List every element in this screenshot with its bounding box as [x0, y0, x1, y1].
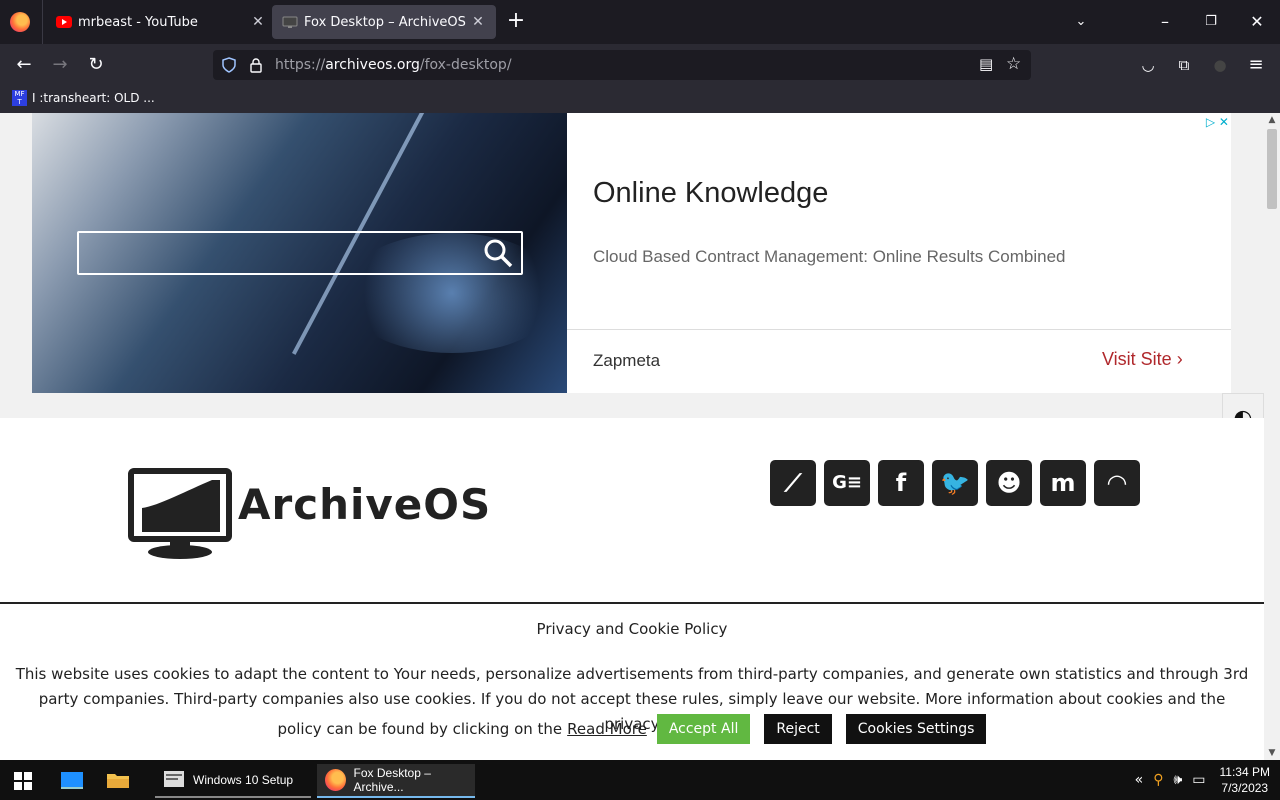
reject-button[interactable]: Reject	[764, 714, 832, 744]
visit-site-button[interactable]: Visit Site ›	[1102, 349, 1183, 370]
rss-icon[interactable]: ◠	[1094, 460, 1140, 506]
clock-time: 11:34 PM	[1219, 765, 1270, 779]
tab-archiveos[interactable]: Fox Desktop – ArchiveOS ✕	[272, 5, 496, 39]
advertisement[interactable]: ▷ ✕ Online Knowledge Cloud Based Contrac…	[32, 113, 1231, 393]
file-explorer-icon[interactable]	[106, 768, 130, 792]
setup-icon	[164, 771, 184, 787]
tab-title: mrbeast - YouTube	[78, 14, 198, 30]
show-hidden-icons-icon[interactable]: «	[1135, 772, 1144, 788]
tab-title: Fox Desktop – ArchiveOS	[304, 14, 466, 30]
ad-brand[interactable]: Zapmeta	[593, 351, 660, 371]
ad-image[interactable]	[32, 113, 567, 393]
reload-button[interactable]: ↻	[83, 52, 109, 78]
reddit-icon[interactable]: ☻	[986, 460, 1032, 506]
account-icon[interactable]: ●	[1207, 52, 1233, 78]
scroll-down-icon[interactable]: ▼	[1264, 746, 1280, 760]
distrowatch-icon[interactable]: ⟋	[770, 460, 816, 506]
page-content: ▷ ✕ Online Knowledge Cloud Based Contrac…	[0, 113, 1264, 760]
archiveos-logo-icon[interactable]	[128, 468, 232, 560]
firefox-menu-icon[interactable]	[10, 12, 30, 32]
search-icon	[484, 239, 513, 268]
network-icon[interactable]: ▭	[1192, 772, 1205, 788]
navigation-toolbar: ← → ↻ https://archiveos.org/fox-desktop/…	[0, 44, 1280, 86]
youtube-icon	[56, 16, 72, 28]
archiveos-favicon-icon	[282, 16, 298, 28]
read-more-link[interactable]: Read More	[567, 720, 647, 738]
windows-start-icon[interactable]	[14, 772, 32, 790]
ad-title[interactable]: Online Knowledge	[593, 177, 828, 210]
app-menu-icon[interactable]: ≡	[1243, 52, 1269, 78]
accept-all-button[interactable]: Accept All	[656, 714, 751, 744]
tab-bar: mrbeast - YouTube ✕ Fox Desktop – Archiv…	[0, 0, 1280, 44]
ad-search-box	[77, 231, 523, 275]
url-text[interactable]: https://archiveos.org/fox-desktop/	[275, 57, 512, 73]
taskbar-app-label: Windows 10 Setup	[193, 773, 294, 787]
facebook-icon[interactable]: f	[878, 460, 924, 506]
forward-button[interactable]: →	[47, 52, 73, 78]
cookie-tail-text: policy can be found by clicking on the	[277, 720, 563, 738]
close-tab-icon[interactable]: ✕	[250, 14, 266, 30]
pocket-icon[interactable]: ◡	[1135, 52, 1161, 78]
taskbar-app-firefox[interactable]: Fox Desktop – Archive...	[317, 764, 475, 798]
clock[interactable]: 11:34 PM 7/3/2023	[1220, 764, 1270, 796]
cookie-title: Privacy and Cookie Policy	[536, 620, 728, 638]
close-window-button[interactable]: ✕	[1234, 0, 1280, 44]
shield-icon[interactable]	[221, 57, 237, 73]
site-footer: ArchiveOS ⟋ G≡ f 🐦 ☻ m ◠	[0, 418, 1264, 608]
system-tray: « ⚲ 🕪 ▭ 11:34 PM 7/3/2023	[1125, 764, 1270, 796]
scroll-thumb[interactable]	[1267, 129, 1277, 209]
social-links: ⟋ G≡ f 🐦 ☻ m ◠	[770, 460, 1140, 506]
desktop-icon[interactable]	[60, 768, 84, 792]
site-logo-text[interactable]: ArchiveOS	[238, 480, 491, 529]
bookmark-label: I :transheart: OLD ...	[32, 91, 155, 105]
restore-button[interactable]: ❐	[1188, 0, 1234, 44]
minimize-button[interactable]: –	[1142, 0, 1188, 44]
scroll-up-icon[interactable]: ▲	[1264, 113, 1280, 127]
volume-icon[interactable]: 🕪	[1173, 772, 1182, 788]
bookmark-star-icon[interactable]: ☆	[1006, 54, 1021, 74]
tab-youtube[interactable]: mrbeast - YouTube ✕	[56, 0, 266, 44]
page-scrollbar[interactable]: ▲ ▼	[1264, 113, 1280, 760]
adchoices-icon[interactable]: ▷ ✕	[1206, 115, 1229, 129]
extensions-icon[interactable]: ⧉	[1171, 52, 1197, 78]
bookmarks-toolbar: MF T I :transheart: OLD ...	[0, 86, 1280, 113]
windows-taskbar: Windows 10 Setup Fox Desktop – Archive..…	[0, 760, 1280, 800]
taskbar-app-label: Fox Desktop – Archive...	[353, 766, 431, 794]
cookie-actions: policy can be found by clicking on the R…	[0, 714, 1264, 744]
lock-icon[interactable]	[248, 57, 264, 73]
url-bar[interactable]: https://archiveos.org/fox-desktop/ ▤ ☆	[213, 50, 1031, 80]
twitter-icon[interactable]: 🐦	[932, 460, 978, 506]
bookmark-item[interactable]: MF T I :transheart: OLD ...	[12, 90, 155, 106]
list-all-tabs-icon[interactable]: ⌄	[1058, 0, 1104, 44]
clock-date: 7/3/2023	[1221, 781, 1269, 795]
bookmark-favicon-icon: MF T	[12, 90, 27, 106]
ad-description[interactable]: Cloud Based Contract Management: Online …	[593, 247, 1065, 267]
firefox-icon	[325, 769, 346, 791]
close-tab-icon[interactable]: ✕	[470, 14, 486, 30]
back-button[interactable]: ←	[11, 52, 37, 78]
cookies-settings-button[interactable]: Cookies Settings	[845, 714, 987, 744]
search-tray-icon[interactable]: ⚲	[1153, 772, 1163, 788]
google-news-icon[interactable]: G≡	[824, 460, 870, 506]
reader-view-icon[interactable]: ▤	[979, 55, 993, 73]
taskbar-app-windows-setup[interactable]: Windows 10 Setup	[155, 764, 311, 798]
mastodon-icon[interactable]: m	[1040, 460, 1086, 506]
new-tab-button[interactable]: +	[505, 10, 527, 32]
cookie-banner: Privacy and Cookie Policy This website u…	[0, 602, 1264, 760]
